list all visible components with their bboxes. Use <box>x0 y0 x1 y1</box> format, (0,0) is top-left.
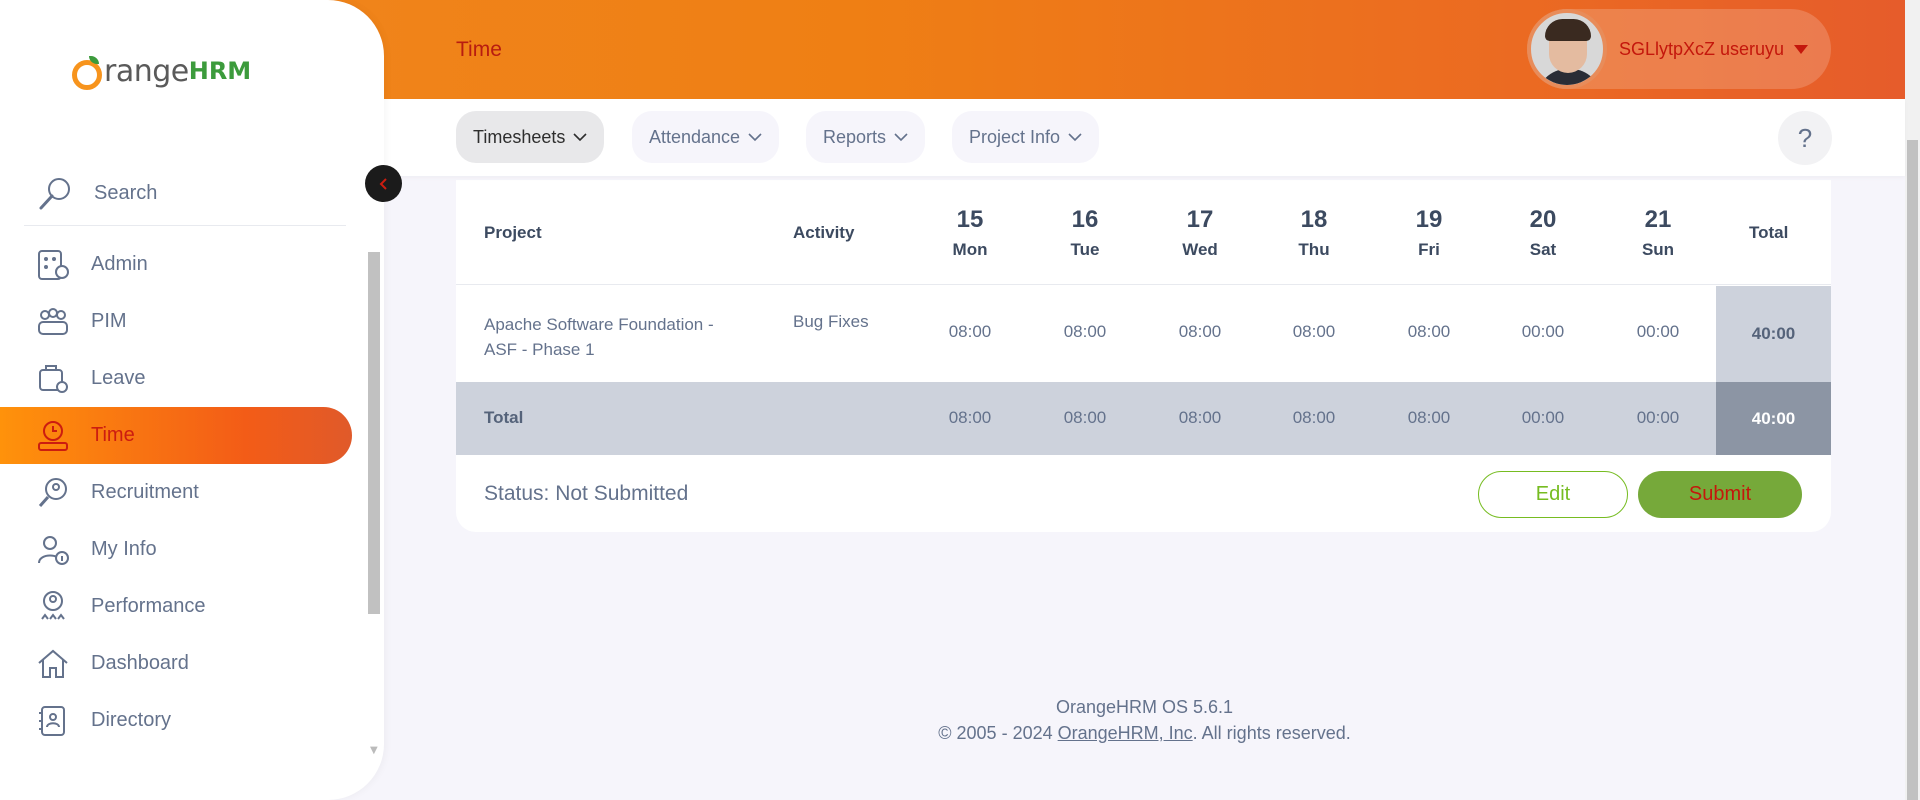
page-scrollbar[interactable] <box>1905 0 1920 800</box>
scrollbar-thumb[interactable] <box>1907 140 1918 800</box>
sidebar: rangeHRM Admin PIM Leave Time Recruitmen… <box>0 0 384 800</box>
sidebar-item-label: Directory <box>91 709 172 731</box>
avatar <box>1527 9 1607 89</box>
sidebar-item-label: Recruitment <box>91 481 199 503</box>
recruitment-icon <box>33 473 73 513</box>
orangehrm-logo: range HRM <box>72 46 251 96</box>
hours-cell: 08:00 <box>948 322 992 341</box>
column-header-day: 20 Sat <box>1529 206 1557 259</box>
column-header-day: 15 Mon <box>952 206 988 259</box>
sidebar-scrollbar[interactable]: ▼ <box>368 236 382 756</box>
total-label: Total <box>484 408 524 427</box>
hours-cell: 08:00 <box>1063 322 1107 341</box>
sidebar-item-label: My Info <box>91 538 157 560</box>
search-icon <box>32 171 78 217</box>
submit-button[interactable]: Submit <box>1638 471 1802 518</box>
column-header-day: 16 Tue <box>1070 206 1100 259</box>
chevron-down-icon <box>894 132 908 142</box>
grand-total-cell: 40:00 <box>1716 382 1831 455</box>
company-link[interactable]: OrangeHRM, Inc <box>1058 723 1193 743</box>
sidebar-menu: Admin PIM Leave Time Recruitment My Info… <box>0 236 352 749</box>
version-text: OrangeHRM OS 5.6.1 <box>1055 697 1234 717</box>
copyright-text: © 2005 - 2024 OrangeHRM, Inc. All rights… <box>938 723 1351 743</box>
sidebar-item-pim[interactable]: PIM <box>0 293 352 350</box>
table-row: Apache Software Foundation - ASF - Phase… <box>456 286 1831 382</box>
admin-icon <box>33 245 73 285</box>
total-hours-cell: 00:00 <box>1521 408 1565 427</box>
column-header-day: 21 Sun <box>1641 206 1675 259</box>
chevron-down-icon <box>1068 132 1082 142</box>
performance-icon <box>33 587 73 627</box>
status-text: Status: Not Submitted <box>484 482 689 505</box>
row-total-cell: 40:00 <box>1716 286 1831 382</box>
sidebar-item-my-info[interactable]: My Info <box>0 521 352 578</box>
leave-icon <box>33 359 73 399</box>
chevron-down-icon <box>748 132 762 142</box>
column-header-project: Project <box>484 223 542 242</box>
sidebar-item-leave[interactable]: Leave <box>0 350 352 407</box>
column-header-total: Total <box>1749 223 1789 242</box>
sidebar-search <box>24 162 346 226</box>
user-name: SGLlytpXcZ useruyu <box>1619 38 1785 59</box>
sidebar-item-performance[interactable]: Performance <box>0 578 352 635</box>
tab-label: Timesheets <box>473 126 566 147</box>
caret-down-icon <box>1794 44 1809 54</box>
activity-cell: Bug Fixes <box>793 312 869 331</box>
total-hours-cell: 08:00 <box>1292 408 1336 427</box>
sidebar-item-label: Performance <box>91 595 206 617</box>
edit-button[interactable]: Edit <box>1478 471 1628 518</box>
tab-reports[interactable]: Reports <box>806 111 926 163</box>
page-title: Time <box>456 38 502 61</box>
hours-cell: 08:00 <box>1407 322 1451 341</box>
pim-icon <box>33 302 73 342</box>
sidebar-item-time[interactable]: Time <box>0 407 352 464</box>
timesheet-card: Project Activity 15 Mon 16 Tue 17 Wed 18 Thu… <box>456 180 1831 532</box>
column-header-day: 17 Wed <box>1182 206 1218 259</box>
directory-icon <box>33 701 73 741</box>
tab-label: Project Info <box>969 126 1061 147</box>
total-hours-cell: 08:00 <box>1063 408 1107 427</box>
hours-cell: 08:00 <box>1178 322 1222 341</box>
column-header-day: 19 Fri <box>1415 206 1443 259</box>
column-header-activity: Activity <box>793 223 855 242</box>
hours-cell: 00:00 <box>1636 322 1680 341</box>
scroll-down-arrow-icon[interactable]: ▼ <box>370 745 378 756</box>
project-cell: Apache Software Foundation - ASF - Phase… <box>484 315 714 359</box>
tab-label: Reports <box>823 126 887 147</box>
collapse-sidebar-button[interactable] <box>365 165 402 202</box>
chevron-left-icon <box>379 177 387 190</box>
sidebar-item-directory[interactable]: Directory <box>0 692 352 749</box>
total-hours-cell: 00:00 <box>1636 408 1680 427</box>
dashboard-icon <box>33 644 73 684</box>
tab-timesheets[interactable]: Timesheets <box>456 111 605 163</box>
sidebar-item-label: Admin <box>91 253 148 275</box>
sidebar-item-label: Time <box>91 424 135 446</box>
top-nav: Timesheets Attendance Reports Project In… <box>384 99 1905 176</box>
chevron-down-icon <box>573 132 587 142</box>
table-header: Project Activity 15 Mon 16 Tue 17 Wed 18 Thu… <box>456 180 1831 285</box>
help-button[interactable]: ? <box>1778 111 1832 165</box>
my-info-icon <box>33 530 73 570</box>
user-menu[interactable]: SGLlytpXcZ useruyu <box>1527 9 1831 89</box>
footer: OrangeHRM OS 5.6.1 © 2005 - 2024 OrangeH… <box>384 694 1905 746</box>
sidebar-item-label: Leave <box>91 367 146 389</box>
sidebar-item-dashboard[interactable]: Dashboard <box>0 635 352 692</box>
tab-project-info[interactable]: Project Info <box>952 111 1100 163</box>
column-header-day: 18 Thu <box>1298 206 1330 259</box>
total-hours-cell: 08:00 <box>1407 408 1451 427</box>
total-hours-cell: 08:00 <box>1178 408 1222 427</box>
tab-label: Attendance <box>649 126 741 147</box>
sidebar-item-recruitment[interactable]: Recruitment <box>0 464 352 521</box>
hours-cell: 08:00 <box>1292 322 1336 341</box>
time-icon <box>33 416 73 456</box>
sidebar-item-admin[interactable]: Admin <box>0 236 352 293</box>
scrollbar-thumb[interactable] <box>368 252 380 614</box>
hours-cell: 00:00 <box>1521 322 1565 341</box>
tab-attendance[interactable]: Attendance <box>632 111 780 163</box>
sidebar-item-label: PIM <box>91 310 127 332</box>
search-input[interactable] <box>94 182 314 205</box>
total-row: Total 08:00 08:00 08:00 08:00 08:00 00:0… <box>456 382 1831 455</box>
total-hours-cell: 08:00 <box>948 408 992 427</box>
sidebar-item-label: Dashboard <box>91 652 189 674</box>
